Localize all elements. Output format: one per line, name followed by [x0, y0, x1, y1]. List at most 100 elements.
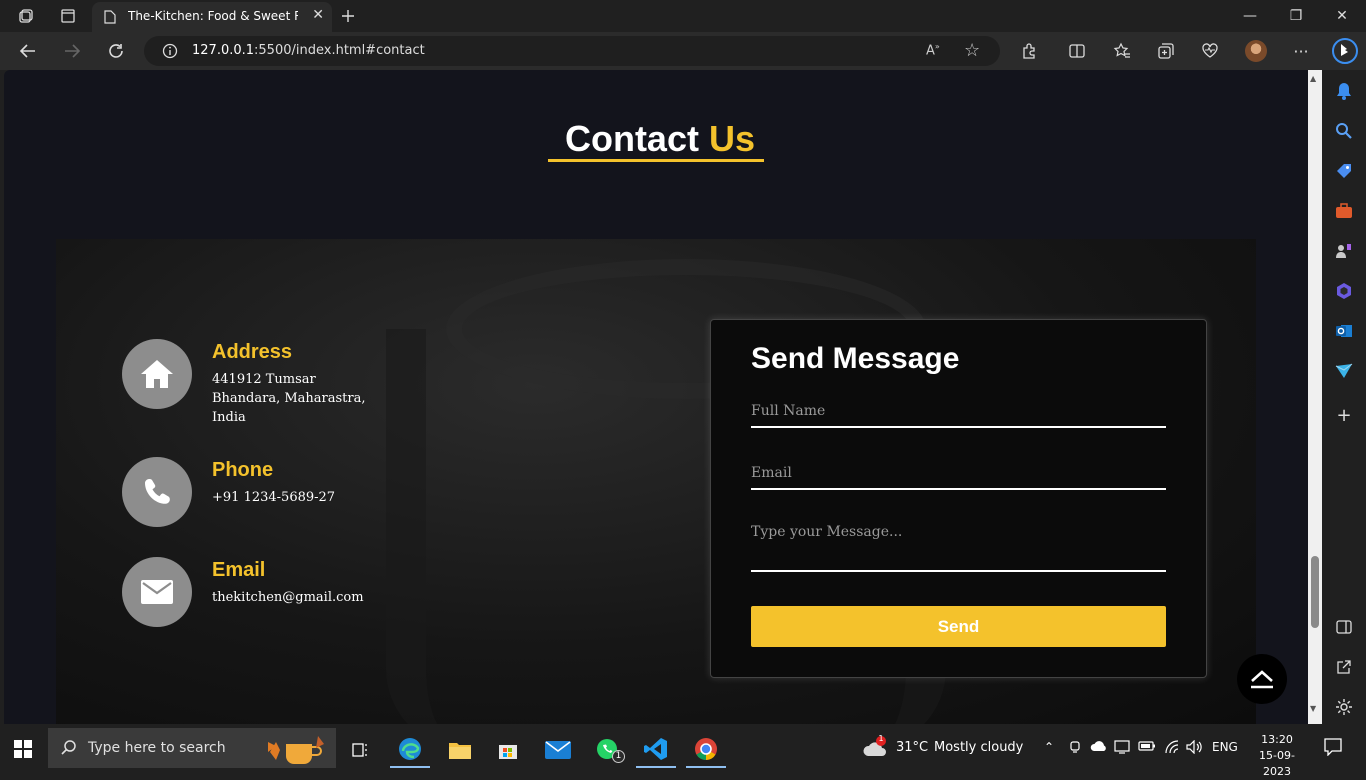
- read-aloud-icon[interactable]: A»: [926, 42, 940, 58]
- scroll-to-top-button[interactable]: [1237, 654, 1287, 704]
- close-window-button[interactable]: ✕: [1330, 4, 1354, 28]
- active-tab[interactable]: The-Kitchen: Food & Sweet Resto ✕: [92, 2, 332, 32]
- contact-heading: Contact Us: [552, 118, 768, 160]
- task-view-icon[interactable]: [340, 732, 380, 768]
- favorite-star-icon[interactable]: ☆: [964, 40, 980, 61]
- onedrive-cloud-icon[interactable]: [1090, 740, 1108, 756]
- sidebar-settings-gear-icon[interactable]: [1333, 696, 1355, 718]
- profile-avatar[interactable]: [1244, 39, 1268, 63]
- battery-icon[interactable]: [1138, 740, 1156, 756]
- full-name-input[interactable]: [751, 403, 1166, 419]
- tab-close-icon[interactable]: ✕: [312, 7, 324, 23]
- heading-underline: [548, 159, 764, 162]
- form-title: Send Message: [751, 342, 960, 375]
- system-clock[interactable]: 13:20 15-09-2023: [1252, 732, 1302, 780]
- favorites-icon[interactable]: [1110, 39, 1134, 63]
- mail-icon[interactable]: [538, 732, 578, 768]
- full-name-field-wrapper: [751, 400, 1166, 428]
- search-icon[interactable]: [1333, 120, 1355, 142]
- send-message-form: Send Message Send: [710, 319, 1207, 678]
- scrollbar-thumb[interactable]: [1311, 556, 1319, 628]
- webpage-viewport: Contact Us Address 441912 Tumsar Bhandar…: [4, 70, 1308, 724]
- outlook-icon[interactable]: [1333, 320, 1355, 342]
- split-screen-icon[interactable]: [1065, 39, 1089, 63]
- weather-cloud-icon[interactable]: 1: [862, 734, 890, 764]
- wifi-icon[interactable]: [1164, 740, 1180, 758]
- weather-temperature[interactable]: 31°C: [896, 740, 928, 755]
- add-sidebar-app-icon[interactable]: +: [1333, 404, 1355, 426]
- workspaces-icon[interactable]: [16, 6, 36, 26]
- home-icon: [122, 339, 192, 409]
- minimize-button[interactable]: —: [1238, 4, 1262, 28]
- weather-badge: 1: [878, 734, 884, 743]
- microsoft-store-icon[interactable]: [488, 732, 528, 768]
- copilot-bing-icon[interactable]: [1330, 37, 1360, 65]
- games-icon[interactable]: [1333, 240, 1355, 262]
- weather-description[interactable]: Mostly cloudy: [934, 740, 1023, 755]
- forward-icon[interactable]: [60, 39, 84, 63]
- back-icon[interactable]: [16, 39, 40, 63]
- page-favicon-icon: [104, 9, 116, 28]
- address-heading: Address: [212, 341, 293, 363]
- edge-sidebar: +: [1322, 70, 1366, 724]
- hide-sidebar-icon[interactable]: [1333, 616, 1355, 638]
- address-line3: India: [212, 410, 246, 425]
- vscode-icon[interactable]: [636, 732, 676, 768]
- whatsapp-icon[interactable]: 1: [588, 732, 628, 768]
- chevron-up-icon: [1251, 670, 1273, 689]
- contact-section-background: Address 441912 Tumsar Bhandara, Maharast…: [56, 239, 1256, 724]
- search-highlight-teacup-icon: [260, 730, 330, 770]
- email-value: thekitchen@gmail.com: [212, 590, 364, 605]
- more-options-icon[interactable]: ···: [1289, 39, 1313, 63]
- address-bar[interactable]: 127.0.0.1:5500/index.html#contact A» ☆: [144, 36, 1000, 66]
- contact-heading-accent: Us: [708, 118, 756, 159]
- refresh-icon[interactable]: [104, 39, 128, 63]
- file-explorer-icon[interactable]: [440, 732, 480, 768]
- phone-value: +91 1234-5689-27: [212, 490, 336, 505]
- phone-heading: Phone: [212, 459, 274, 481]
- url-host: 127.0.0.1: [192, 43, 255, 58]
- taskbar-search-box[interactable]: Type here to search: [48, 728, 336, 768]
- display-settings-icon[interactable]: [1114, 740, 1130, 758]
- page-scrollbar[interactable]: ▲ ▼: [1308, 70, 1322, 724]
- restore-button[interactable]: ❐: [1284, 4, 1308, 28]
- tab-actions-icon[interactable]: [58, 6, 78, 26]
- scroll-up-arrow-icon[interactable]: ▲: [1310, 74, 1316, 83]
- tab-title: The-Kitchen: Food & Sweet Resto: [128, 9, 298, 23]
- scroll-down-arrow-icon[interactable]: ▼: [1310, 704, 1316, 713]
- message-input[interactable]: [751, 524, 1166, 556]
- address-line2: Bhandara, Maharastra,: [212, 391, 366, 406]
- drop-icon[interactable]: [1333, 360, 1355, 382]
- envelope-icon: [122, 557, 192, 627]
- clock-date: 15-09-2023: [1259, 749, 1295, 778]
- email-input[interactable]: [751, 465, 1166, 481]
- notification-bell-icon[interactable]: [1333, 80, 1355, 102]
- meet-now-icon[interactable]: [1068, 740, 1082, 758]
- edge-taskbar-icon[interactable]: [390, 732, 430, 768]
- notification-center-icon[interactable]: [1324, 738, 1342, 760]
- volume-icon[interactable]: [1186, 739, 1204, 758]
- new-tab-icon[interactable]: [338, 6, 358, 26]
- taskbar-search-icon: [60, 739, 78, 761]
- collections-icon[interactable]: [1154, 39, 1178, 63]
- language-indicator[interactable]: ENG: [1212, 740, 1238, 754]
- whatsapp-badge: 1: [612, 750, 625, 763]
- show-hidden-icons-chevron-icon[interactable]: ⌃: [1044, 740, 1054, 754]
- send-button[interactable]: Send: [751, 606, 1166, 647]
- chrome-icon[interactable]: [686, 732, 726, 768]
- windows-start-icon[interactable]: [14, 740, 32, 762]
- clock-time: 13:20: [1261, 733, 1293, 746]
- browser-essentials-icon[interactable]: [1198, 39, 1222, 63]
- contact-heading-part1: Contact: [564, 118, 699, 159]
- message-field-wrapper: [751, 524, 1166, 572]
- taskbar-search-placeholder: Type here to search: [88, 740, 226, 756]
- tools-briefcase-icon[interactable]: [1333, 200, 1355, 222]
- phone-icon: [122, 457, 192, 527]
- email-field-wrapper: [751, 462, 1166, 490]
- shopping-tag-icon[interactable]: [1333, 160, 1355, 182]
- extensions-icon[interactable]: [1017, 39, 1041, 63]
- site-info-icon[interactable]: [162, 43, 178, 63]
- open-external-icon[interactable]: [1333, 656, 1355, 678]
- microsoft365-icon[interactable]: [1333, 280, 1355, 302]
- windows-taskbar: Type here to search 1 1 31°C Mostly clou…: [0, 728, 1366, 778]
